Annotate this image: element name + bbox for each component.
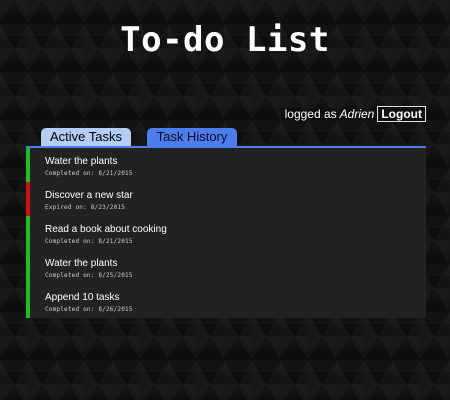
- task-date: Completed on: 8/21/2015: [45, 238, 133, 245]
- task-date: Completed on: 8/26/2015: [45, 306, 133, 313]
- task-date: Completed on: 8/25/2015: [45, 272, 133, 279]
- list-item[interactable]: Water the plants Completed on: 8/25/2015: [26, 250, 426, 284]
- list-item[interactable]: Water the plants Completed on: 8/21/2015: [26, 148, 426, 182]
- list-item[interactable]: Read a book about cooking Completed on: …: [26, 216, 426, 250]
- username: Adrien: [339, 107, 375, 121]
- task-name: Water the plants: [45, 156, 118, 167]
- task-history-list: Water the plants Completed on: 8/21/2015…: [26, 146, 426, 318]
- list-item[interactable]: Discover a new star Expired on: 8/23/201…: [26, 182, 426, 216]
- logout-button[interactable]: Logout: [377, 106, 426, 122]
- login-bar: logged as Adrien Logout: [285, 106, 426, 122]
- tab-active-tasks[interactable]: Active Tasks: [41, 128, 131, 146]
- tab-task-history[interactable]: Task History: [147, 128, 237, 146]
- app-title: To-do List: [120, 20, 330, 60]
- list-item[interactable]: Append 10 tasks Completed on: 8/26/2015: [26, 284, 426, 318]
- task-name: Discover a new star: [45, 190, 133, 201]
- task-date: Expired on: 8/23/2015: [45, 204, 126, 211]
- task-name: Water the plants: [45, 258, 118, 269]
- task-name: Read a book about cooking: [45, 224, 167, 235]
- tab-bar: Active Tasks Task History: [41, 128, 237, 146]
- login-prefix: logged as: [284, 107, 337, 121]
- task-date: Completed on: 8/21/2015: [45, 170, 133, 177]
- task-name: Append 10 tasks: [45, 292, 120, 303]
